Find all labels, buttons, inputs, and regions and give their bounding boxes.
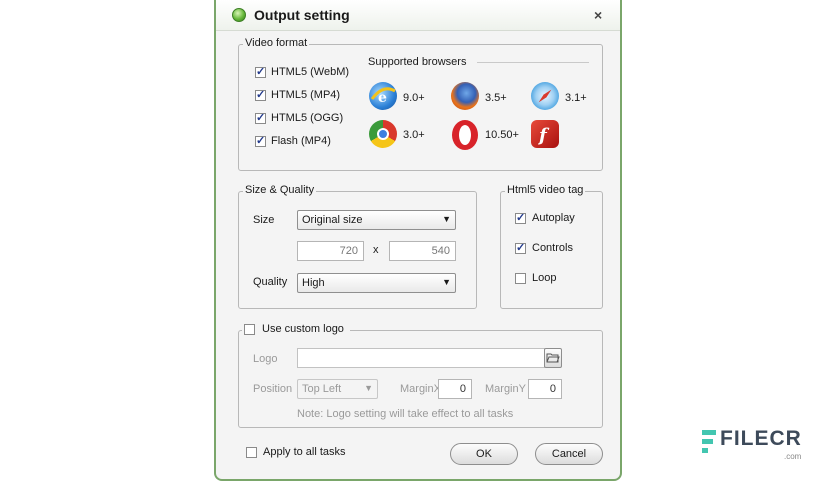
quality-select[interactable]: High ▼ <box>297 273 456 293</box>
custom-logo-group: Use custom logo Logo Position Top Left ▼… <box>238 323 603 428</box>
webm-label: HTML5 (WebM) <box>271 66 350 78</box>
ogg-label: HTML5 (OGG) <box>271 112 344 124</box>
chevron-down-icon: ▼ <box>442 277 451 287</box>
firefox-version: 3.5+ <box>485 92 507 104</box>
loop-checkbox[interactable] <box>515 273 526 284</box>
position-label: Position <box>253 383 293 395</box>
browsers-divider <box>477 62 589 63</box>
firefox-icon <box>451 82 479 110</box>
video-format-legend: Video format <box>243 37 310 49</box>
quality-label: Quality <box>253 276 288 288</box>
apply-all-label: Apply to all tasks <box>263 446 346 458</box>
opera-version: 10.50+ <box>485 129 519 141</box>
size-quality-group: Size & Quality Size Original size ▼ 720 … <box>238 184 477 309</box>
width-input[interactable]: 720 <box>297 241 364 261</box>
dialog-title: Output setting <box>254 7 350 23</box>
controls-label: Controls <box>532 242 573 254</box>
app-logo-icon <box>232 8 246 22</box>
filecr-logo-icon <box>702 430 716 453</box>
folder-open-icon <box>546 353 560 363</box>
autoplay-label: Autoplay <box>532 212 575 224</box>
marginx-input[interactable]: 0 <box>438 379 472 399</box>
size-quality-legend: Size & Quality <box>243 184 317 196</box>
marginx-value: 0 <box>459 383 466 395</box>
use-custom-logo-checkbox[interactable] <box>244 324 255 335</box>
mp4-label: HTML5 (MP4) <box>271 89 341 101</box>
output-setting-dialog: Output setting × Video format HTML5 (Web… <box>214 0 622 481</box>
apply-all-checkbox[interactable] <box>246 447 257 458</box>
watermark-brand: FILECR <box>720 427 802 450</box>
size-select-value: Original size <box>302 214 363 226</box>
logo-path-input[interactable] <box>297 348 545 368</box>
ie-version: 9.0+ <box>403 92 425 104</box>
chrome-version: 3.0+ <box>403 129 425 141</box>
safari-version: 3.1+ <box>565 92 587 104</box>
controls-checkbox[interactable] <box>515 241 526 254</box>
ie-icon: e <box>369 82 397 110</box>
autoplay-checkbox[interactable] <box>515 211 526 224</box>
close-button[interactable]: × <box>594 7 602 23</box>
html5-video-tag-legend: Html5 video tag <box>505 184 586 196</box>
flash-checkbox[interactable] <box>255 134 266 147</box>
size-label: Size <box>253 214 275 226</box>
chevron-down-icon: ▼ <box>442 214 451 224</box>
video-format-group: Video format HTML5 (WebM) HTML5 (MP4) HT… <box>238 37 603 171</box>
position-select-value: Top Left <box>302 383 342 395</box>
svg-text:e: e <box>378 90 387 106</box>
marginy-input[interactable]: 0 <box>528 379 562 399</box>
ogg-checkbox[interactable] <box>255 111 266 124</box>
size-times-label: x <box>373 244 379 256</box>
height-value: 540 <box>431 245 450 257</box>
chevron-down-icon: ▼ <box>364 383 373 393</box>
webm-checkbox[interactable] <box>255 65 266 78</box>
logo-label: Logo <box>253 353 278 365</box>
flash-icon: f <box>531 120 559 148</box>
supported-browsers-title: Supported browsers <box>368 56 467 68</box>
marginy-value: 0 <box>549 383 556 395</box>
flash-label: Flash (MP4) <box>271 135 331 147</box>
watermark-suffix: .com <box>784 452 802 461</box>
ok-button[interactable]: OK <box>450 443 518 465</box>
logo-note: Note: Logo setting will take effect to a… <box>297 408 514 420</box>
marginx-label: MarginX <box>400 383 441 395</box>
loop-label: Loop <box>532 272 557 284</box>
opera-icon <box>452 120 478 150</box>
quality-select-value: High <box>302 277 325 289</box>
browse-folder-button[interactable] <box>544 348 562 368</box>
width-value: 720 <box>339 245 358 257</box>
height-input[interactable]: 540 <box>389 241 456 261</box>
size-select[interactable]: Original size ▼ <box>297 210 456 230</box>
marginy-label: MarginY <box>485 383 526 395</box>
chrome-icon <box>369 120 397 148</box>
cancel-button[interactable]: Cancel <box>535 443 603 465</box>
svg-text:f: f <box>537 125 550 146</box>
position-select[interactable]: Top Left ▼ <box>297 379 378 399</box>
custom-logo-legend: Use custom logo <box>242 323 350 337</box>
mp4-checkbox[interactable] <box>255 88 266 101</box>
safari-icon <box>531 82 559 110</box>
html5-video-tag-group: Html5 video tag Autoplay Controls Loop <box>500 184 603 309</box>
title-bar: Output setting × <box>216 0 620 31</box>
use-custom-logo-label: Use custom logo <box>262 323 344 335</box>
